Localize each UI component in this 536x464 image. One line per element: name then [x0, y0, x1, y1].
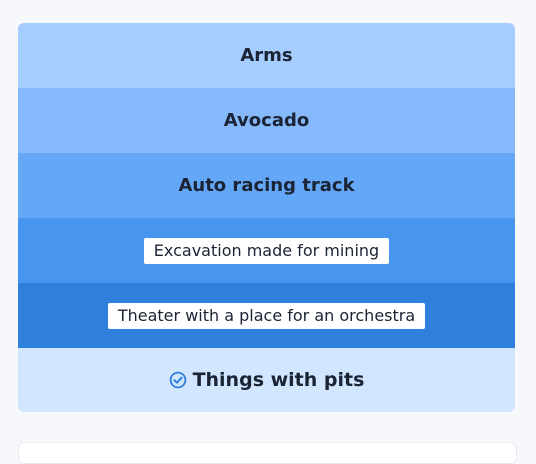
next-card	[18, 442, 517, 464]
check-circle-icon	[169, 371, 186, 389]
row-avocado[interactable]: Avocado	[18, 88, 515, 153]
row-label-pill: Theater with a place for an orchestra	[107, 302, 426, 329]
row-excavation[interactable]: Excavation made for mining	[18, 218, 515, 283]
puzzle-card: Arms Avocado Auto racing track Excavatio…	[0, 0, 536, 431]
row-label: Auto racing track	[178, 175, 355, 196]
row-label: Avocado	[223, 110, 310, 131]
answer-group: Things with pits	[169, 369, 365, 391]
category-stack: Arms Avocado Auto racing track Excavatio…	[18, 23, 515, 412]
row-label: Arms	[240, 45, 293, 66]
answer-row: Things with pits	[18, 348, 515, 412]
row-label-pill: Excavation made for mining	[143, 237, 390, 264]
answer-label: Things with pits	[192, 369, 365, 391]
row-auto-racing-track[interactable]: Auto racing track	[18, 153, 515, 218]
row-theater[interactable]: Theater with a place for an orchestra	[18, 283, 515, 348]
row-arms[interactable]: Arms	[18, 23, 515, 88]
